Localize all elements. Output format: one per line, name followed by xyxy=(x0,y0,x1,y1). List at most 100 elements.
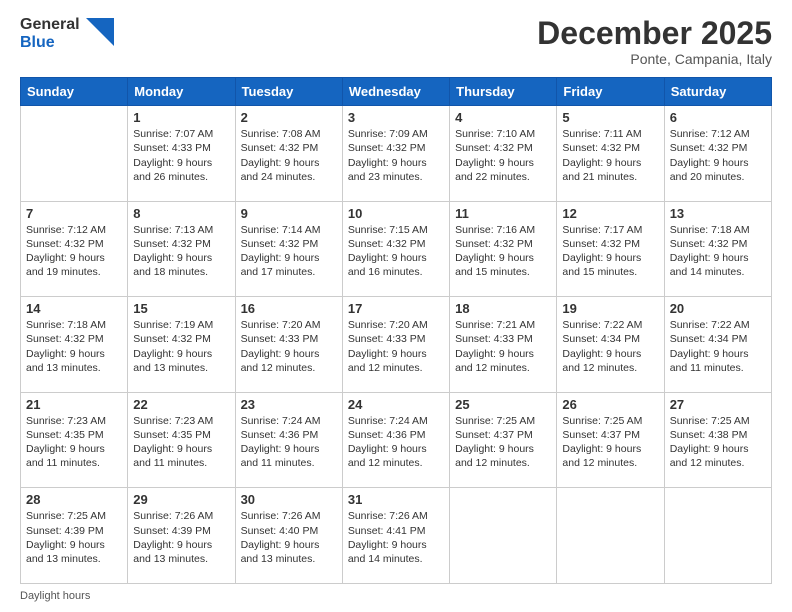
calendar-cell: 26Sunrise: 7:25 AMSunset: 4:37 PMDayligh… xyxy=(557,392,664,488)
day-number: 20 xyxy=(670,301,766,316)
calendar-cell: 23Sunrise: 7:24 AMSunset: 4:36 PMDayligh… xyxy=(235,392,342,488)
calendar-cell: 16Sunrise: 7:20 AMSunset: 4:33 PMDayligh… xyxy=(235,297,342,393)
calendar-cell xyxy=(21,106,128,202)
daylight-line: Daylight: 9 hours and 22 minutes. xyxy=(455,156,551,184)
daylight-line: Daylight: 9 hours and 11 minutes. xyxy=(241,442,337,470)
sunrise-line: Sunrise: 7:25 AM xyxy=(562,414,658,428)
calendar-cell: 19 Sunrise: 7:22 AMSunset: 4:34 PMDayligh… xyxy=(557,297,664,393)
daylight-line: Daylight: 9 hours and 18 minutes. xyxy=(133,251,229,279)
col-header-friday: Friday xyxy=(557,78,664,106)
calendar-cell: 29Sunrise: 7:26 AMSunset: 4:39 PMDayligh… xyxy=(128,488,235,584)
sunrise-line: Sunrise: 7:11 AM xyxy=(562,127,658,141)
sunset-line: Sunset: 4:32 PM xyxy=(241,141,337,155)
sunrise-line: Sunrise: 7:22 AM xyxy=(670,318,766,332)
calendar-cell: 5Sunrise: 7:11 AMSunset: 4:32 PMDaylight… xyxy=(557,106,664,202)
sunset-line: Sunset: 4:34 PM xyxy=(562,332,658,346)
daylight-line: Daylight: 9 hours and 12 minutes. xyxy=(562,347,658,375)
sunrise-line: Sunrise: 7:25 AM xyxy=(455,414,551,428)
day-number: 16 xyxy=(241,301,337,316)
calendar-cell: 14Sunrise: 7:18 AMSunset: 4:32 PMDayligh… xyxy=(21,297,128,393)
col-header-sunday: Sunday xyxy=(21,78,128,106)
calendar-cell: 15Sunrise: 7:19 AMSunset: 4:32 PMDayligh… xyxy=(128,297,235,393)
calendar-cell: 7Sunrise: 7:12 AMSunset: 4:32 PMDaylight… xyxy=(21,201,128,297)
logo: General Blue xyxy=(20,16,114,51)
logo-wordmark: General Blue xyxy=(20,16,80,51)
calendar-cell: 30Sunrise: 7:26 AMSunset: 4:40 PMDayligh… xyxy=(235,488,342,584)
daylight-line: Daylight: 9 hours and 17 minutes. xyxy=(241,251,337,279)
day-number: 21 xyxy=(26,397,122,412)
sunrise-line: Sunrise: 7:08 AM xyxy=(241,127,337,141)
sunrise-line: Sunrise: 7:18 AM xyxy=(26,318,122,332)
day-number: 22 xyxy=(133,397,229,412)
day-number: 24 xyxy=(348,397,444,412)
sunrise-line: Sunrise: 7:17 AM xyxy=(562,223,658,237)
daylight-line: Daylight: 9 hours and 13 minutes. xyxy=(133,347,229,375)
col-header-wednesday: Wednesday xyxy=(342,78,449,106)
sunrise-line: Sunrise: 7:22 AM xyxy=(562,318,658,332)
day-number: 7 xyxy=(26,206,122,221)
sunset-line: Sunset: 4:33 PM xyxy=(348,332,444,346)
sunrise-line: Sunrise: 7:15 AM xyxy=(348,223,444,237)
daylight-line: Daylight: 9 hours and 12 minutes. xyxy=(455,442,551,470)
sunset-line: Sunset: 4:32 PM xyxy=(26,237,122,251)
week-row-4: 28Sunrise: 7:25 AMSunset: 4:39 PMDayligh… xyxy=(21,488,772,584)
calendar-cell: 20Sunrise: 7:22 AMSunset: 4:34 PMDayligh… xyxy=(664,297,771,393)
day-number: 30 xyxy=(241,492,337,507)
day-number: 15 xyxy=(133,301,229,316)
sunset-line: Sunset: 4:32 PM xyxy=(241,237,337,251)
day-number: 12 xyxy=(562,206,658,221)
sunset-line: Sunset: 4:39 PM xyxy=(133,524,229,538)
day-number: 23 xyxy=(241,397,337,412)
sunrise-line: Sunrise: 7:26 AM xyxy=(133,509,229,523)
sunset-line: Sunset: 4:32 PM xyxy=(670,141,766,155)
sunset-line: Sunset: 4:32 PM xyxy=(348,141,444,155)
sunrise-line: Sunrise: 7:10 AM xyxy=(455,127,551,141)
daylight-line: Daylight: 9 hours and 12 minutes. xyxy=(670,442,766,470)
calendar-cell: 24Sunrise: 7:24 AMSunset: 4:36 PMDayligh… xyxy=(342,392,449,488)
day-number: 8 xyxy=(133,206,229,221)
calendar-cell: 4Sunrise: 7:10 AMSunset: 4:32 PMDaylight… xyxy=(450,106,557,202)
sunset-line: Sunset: 4:37 PM xyxy=(455,428,551,442)
daylight-line: Daylight: 9 hours and 20 minutes. xyxy=(670,156,766,184)
day-number: 10 xyxy=(348,206,444,221)
col-header-tuesday: Tuesday xyxy=(235,78,342,106)
day-number: 3 xyxy=(348,110,444,125)
day-number: 2 xyxy=(241,110,337,125)
sunset-line: Sunset: 4:40 PM xyxy=(241,524,337,538)
sunrise-line: Sunrise: 7:26 AM xyxy=(241,509,337,523)
sunset-line: Sunset: 4:32 PM xyxy=(348,237,444,251)
sunrise-line: Sunrise: 7:24 AM xyxy=(241,414,337,428)
calendar-cell xyxy=(450,488,557,584)
day-number: 28 xyxy=(26,492,122,507)
day-number: 31 xyxy=(348,492,444,507)
calendar-cell xyxy=(557,488,664,584)
daylight-line: Daylight: 9 hours and 11 minutes. xyxy=(670,347,766,375)
sunrise-line: Sunrise: 7:12 AM xyxy=(670,127,766,141)
calendar-cell: 22Sunrise: 7:23 AMSunset: 4:35 PMDayligh… xyxy=(128,392,235,488)
sunset-line: Sunset: 4:33 PM xyxy=(455,332,551,346)
daylight-line: Daylight: 9 hours and 15 minutes. xyxy=(562,251,658,279)
sunset-line: Sunset: 4:32 PM xyxy=(455,237,551,251)
day-number: 1 xyxy=(133,110,229,125)
daylight-line: Daylight: 9 hours and 23 minutes. xyxy=(348,156,444,184)
day-number: 19 xyxy=(562,301,658,316)
col-header-thursday: Thursday xyxy=(450,78,557,106)
day-number: 5 xyxy=(562,110,658,125)
day-number: 11 xyxy=(455,206,551,221)
calendar-cell: 17Sunrise: 7:20 AMSunset: 4:33 PMDayligh… xyxy=(342,297,449,393)
sunset-line: Sunset: 4:36 PM xyxy=(348,428,444,442)
day-number: 29 xyxy=(133,492,229,507)
calendar-cell: 9Sunrise: 7:14 AMSunset: 4:32 PMDaylight… xyxy=(235,201,342,297)
sunrise-line: Sunrise: 7:23 AM xyxy=(26,414,122,428)
daylight-line: Daylight: 9 hours and 12 minutes. xyxy=(241,347,337,375)
sunrise-line: Sunrise: 7:19 AM xyxy=(133,318,229,332)
daylight-line: Daylight: 9 hours and 24 minutes. xyxy=(241,156,337,184)
month-title: December 2025 xyxy=(537,16,772,51)
title-block: December 2025 Ponte, Campania, Italy xyxy=(537,16,772,67)
sunset-line: Sunset: 4:35 PM xyxy=(26,428,122,442)
sunrise-line: Sunrise: 7:16 AM xyxy=(455,223,551,237)
calendar-cell: 2 Sunrise: 7:08 AMSunset: 4:32 PMDaylight… xyxy=(235,106,342,202)
sunrise-line: Sunrise: 7:25 AM xyxy=(26,509,122,523)
daylight-line: Daylight: 9 hours and 11 minutes. xyxy=(133,442,229,470)
calendar-cell: 28Sunrise: 7:25 AMSunset: 4:39 PMDayligh… xyxy=(21,488,128,584)
